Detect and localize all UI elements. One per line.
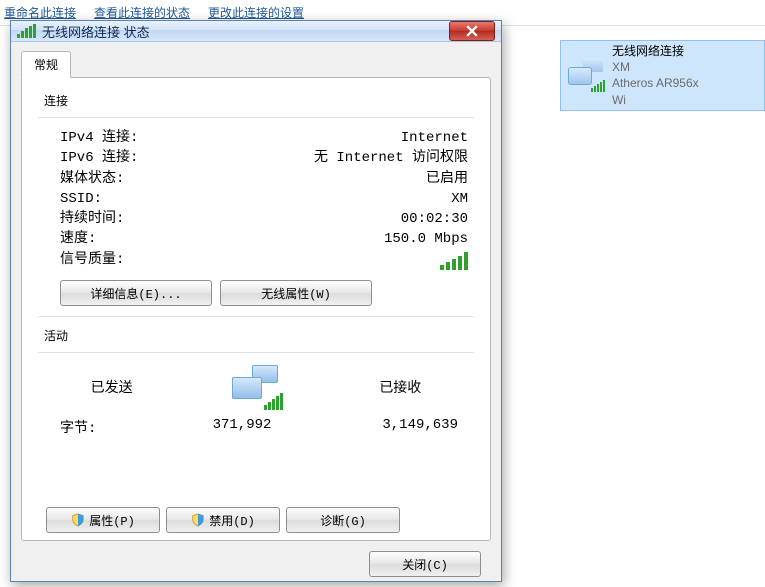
ipv6-label: IPv6 连接:: [44, 148, 190, 168]
speed-value: 150.0 Mbps: [190, 229, 468, 249]
disable-button[interactable]: 禁用(D): [166, 507, 280, 533]
ssid-label: SSID:: [44, 189, 190, 209]
ipv4-value: Internet: [190, 128, 468, 148]
close-icon: [466, 25, 478, 37]
diagnose-button[interactable]: 诊断(G): [286, 507, 400, 533]
title-bar[interactable]: 无线网络连接 状态: [11, 21, 501, 42]
connection-name: 无线网络连接: [612, 43, 704, 59]
details-button[interactable]: 详细信息(E)...: [60, 280, 212, 306]
shield-icon: [191, 513, 205, 527]
properties-button[interactable]: 属性(P): [46, 507, 160, 533]
signal-quality-icon: [440, 252, 468, 270]
wireless-connection-icon: [565, 56, 604, 94]
tab-general[interactable]: 常规: [21, 51, 71, 78]
section-connection: 连接: [44, 92, 468, 109]
close-button[interactable]: [449, 21, 495, 41]
close-dialog-button[interactable]: 关闭(C): [369, 551, 481, 577]
bytes-received: 3,149,639: [314, 417, 468, 437]
sent-label: 已发送: [91, 377, 133, 397]
duration-value: 00:02:30: [190, 209, 468, 229]
bytes-label: 字节:: [44, 417, 170, 437]
ipv4-label: IPv4 连接:: [44, 128, 190, 148]
activity-icon: [226, 363, 286, 411]
speed-label: 速度:: [44, 229, 190, 249]
shield-icon: [71, 513, 85, 527]
menu-view-status[interactable]: 查看此连接的状态: [94, 4, 190, 21]
status-dialog: 无线网络连接 状态 常规 连接 IPv4 连接:Internet IPv6 连接…: [10, 20, 502, 582]
menu-change-settings[interactable]: 更改此连接的设置: [208, 4, 304, 21]
connection-list-item[interactable]: 无线网络连接 XM Atheros AR956x Wi: [560, 40, 765, 111]
media-value: 已启用: [190, 169, 468, 189]
received-label: 已接收: [379, 377, 421, 397]
menu-rename[interactable]: 重命名此连接: [4, 4, 76, 21]
signal-quality-label: 信号质量:: [44, 250, 190, 270]
ipv6-value: 无 Internet 访问权限: [190, 148, 468, 168]
duration-label: 持续时间:: [44, 209, 190, 229]
media-label: 媒体状态:: [44, 169, 190, 189]
connection-adapter: Atheros AR956x Wi: [612, 75, 704, 107]
bytes-sent: 371,992: [170, 417, 314, 437]
connection-ssid: XM: [612, 59, 704, 75]
wireless-properties-button[interactable]: 无线属性(W): [220, 280, 372, 306]
ssid-value: XM: [190, 189, 468, 209]
dialog-title: 无线网络连接 状态: [42, 22, 150, 41]
signal-icon: [17, 24, 36, 38]
tab-panel: 连接 IPv4 连接:Internet IPv6 连接:无 Internet 访…: [21, 77, 491, 541]
section-activity: 活动: [44, 327, 468, 344]
